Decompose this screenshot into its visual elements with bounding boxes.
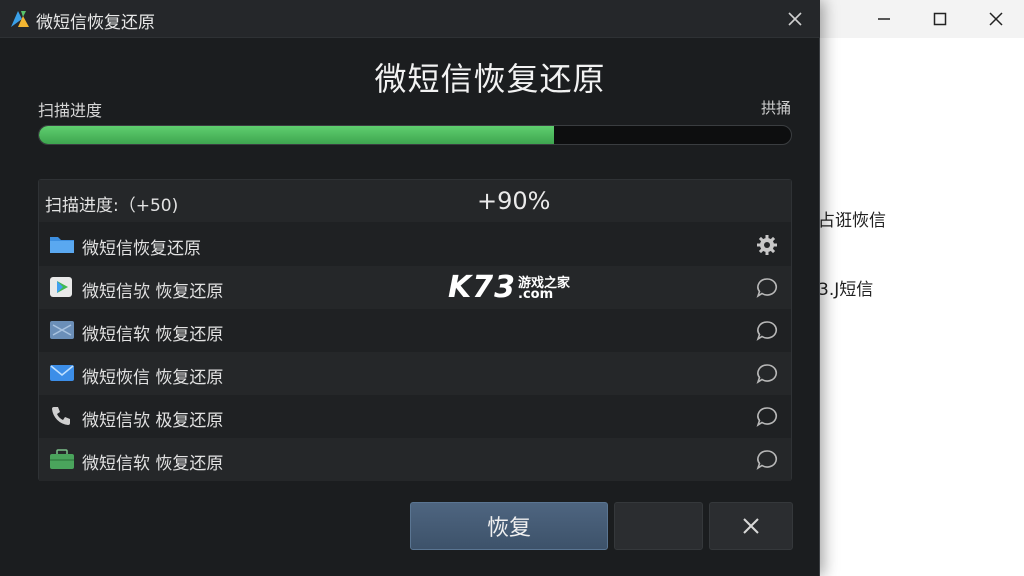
progress-status: 拱捅 bbox=[760, 99, 791, 117]
list-item[interactable]: 微短信软 恢复还原 bbox=[39, 438, 791, 481]
play-store-icon bbox=[50, 277, 72, 297]
folder-icon bbox=[50, 237, 74, 253]
restore-button[interactable]: 恢复 bbox=[410, 502, 608, 550]
dialog-titlebar: 微短信恢复还原 bbox=[0, 0, 820, 38]
sms-icon bbox=[50, 321, 74, 339]
scan-progress-fill bbox=[39, 126, 555, 144]
list-item-label: 微短信恢复还原 bbox=[82, 239, 201, 259]
close-icon bbox=[788, 12, 802, 26]
dialog-title: 微短信恢复还原 bbox=[36, 13, 155, 33]
list-item[interactable]: 微短信恢复还原 bbox=[39, 223, 791, 266]
progress-label: 扫描进度 bbox=[38, 101, 103, 120]
maximize-icon bbox=[933, 12, 947, 26]
list-item[interactable]: 微短信软 恢复还原 bbox=[39, 309, 791, 352]
list-item-label: 微短恢信 恢复还原 bbox=[82, 368, 224, 388]
list-item-label: 微短信软 恢复还原 bbox=[82, 325, 224, 345]
close-icon bbox=[989, 12, 1003, 26]
chat-bubble-icon[interactable] bbox=[755, 276, 779, 300]
recovery-list: 扫描进度:（+50) +90% 微短信恢复还原 微短信欤 恢复还原 微短信软 恢… bbox=[38, 179, 792, 481]
page-title: 微短信恢复还原 bbox=[374, 60, 606, 98]
list-item-label: 微短信欤 恢复还原 bbox=[82, 282, 224, 302]
maximize-button[interactable] bbox=[912, 0, 968, 38]
background-text-1: 占诳恢信 bbox=[818, 211, 886, 231]
chat-bubble-icon[interactable] bbox=[755, 405, 779, 429]
cancel-button[interactable] bbox=[709, 502, 793, 550]
watermark-text: K73 bbox=[448, 270, 516, 305]
phone-icon bbox=[52, 407, 70, 425]
chat-bubble-icon[interactable] bbox=[755, 448, 779, 472]
chat-bubble-icon[interactable] bbox=[755, 362, 779, 386]
gear-icon[interactable] bbox=[755, 233, 779, 257]
mail-icon bbox=[50, 365, 74, 381]
list-header: 扫描进度:（+50) +90% bbox=[39, 180, 791, 222]
list-header-progress: 扫描进度:（+50) bbox=[45, 196, 179, 216]
minimize-icon bbox=[878, 18, 890, 20]
list-header-percent: +90% bbox=[477, 187, 551, 215]
list-item-label: 微短信软 恢复还原 bbox=[82, 454, 224, 474]
chat-bubble-icon[interactable] bbox=[755, 319, 779, 343]
restore-dialog: 微短信恢复还原 微短信恢复还原 扫描进度 拱捅 扫描进度:（+50) +90% … bbox=[0, 0, 820, 576]
briefcase-icon bbox=[50, 449, 74, 469]
background-text-2: 3.J短信 bbox=[818, 280, 874, 300]
list-item-label: 微短信欤 极复还原 bbox=[82, 411, 224, 431]
secondary-button[interactable] bbox=[614, 502, 703, 550]
app-logo-icon bbox=[11, 11, 29, 27]
window-close-button[interactable] bbox=[968, 0, 1024, 38]
scan-progress-bar bbox=[38, 125, 792, 145]
list-item[interactable]: 微短恢信 恢复还原 bbox=[39, 352, 791, 395]
minimize-button[interactable] bbox=[856, 0, 912, 38]
list-item[interactable]: 微短信欤 恢复还原 bbox=[39, 266, 791, 309]
watermark-domain: .com bbox=[518, 287, 554, 302]
list-item[interactable]: 微短信欤 极复还原 bbox=[39, 395, 791, 438]
dialog-close-button[interactable] bbox=[776, 0, 814, 38]
close-icon bbox=[743, 518, 759, 534]
